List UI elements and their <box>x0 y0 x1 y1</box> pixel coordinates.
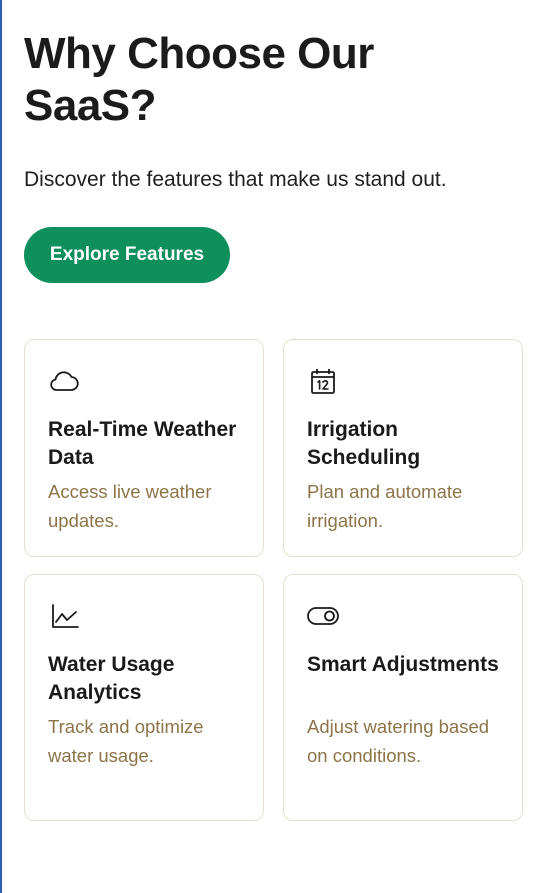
feature-title: Real-Time Weather Data <box>48 418 237 469</box>
feature-title: Smart Adjustments <box>307 653 499 676</box>
explore-features-button[interactable]: Explore Features <box>24 227 230 283</box>
toggle-icon <box>306 599 340 633</box>
feature-description: Adjust watering based on conditions. <box>307 716 490 766</box>
left-border <box>0 0 2 893</box>
section-title: Why Choose Our SaaS? <box>24 29 374 130</box>
section-subtitle: Discover the features that make us stand… <box>24 168 447 191</box>
line-chart-icon <box>47 599 81 633</box>
feature-card-weather: Real-Time Weather Data Access live weath… <box>24 339 264 557</box>
cloud-icon <box>47 364 81 398</box>
feature-card-analytics: Water Usage Analytics Track and optimize… <box>24 574 264 821</box>
feature-description: Access live weather updates. <box>48 481 212 531</box>
feature-description: Track and optimize water usage. <box>48 716 204 766</box>
feature-card-adjustments: Smart Adjustments Adjust watering based … <box>283 574 523 821</box>
feature-description: Plan and automate irrigation. <box>307 481 463 531</box>
calendar-icon <box>306 364 340 398</box>
feature-title: Irrigation Scheduling <box>307 418 421 469</box>
feature-title: Water Usage Analytics <box>48 653 175 704</box>
feature-card-scheduling: Irrigation Scheduling Plan and automate … <box>283 339 523 557</box>
